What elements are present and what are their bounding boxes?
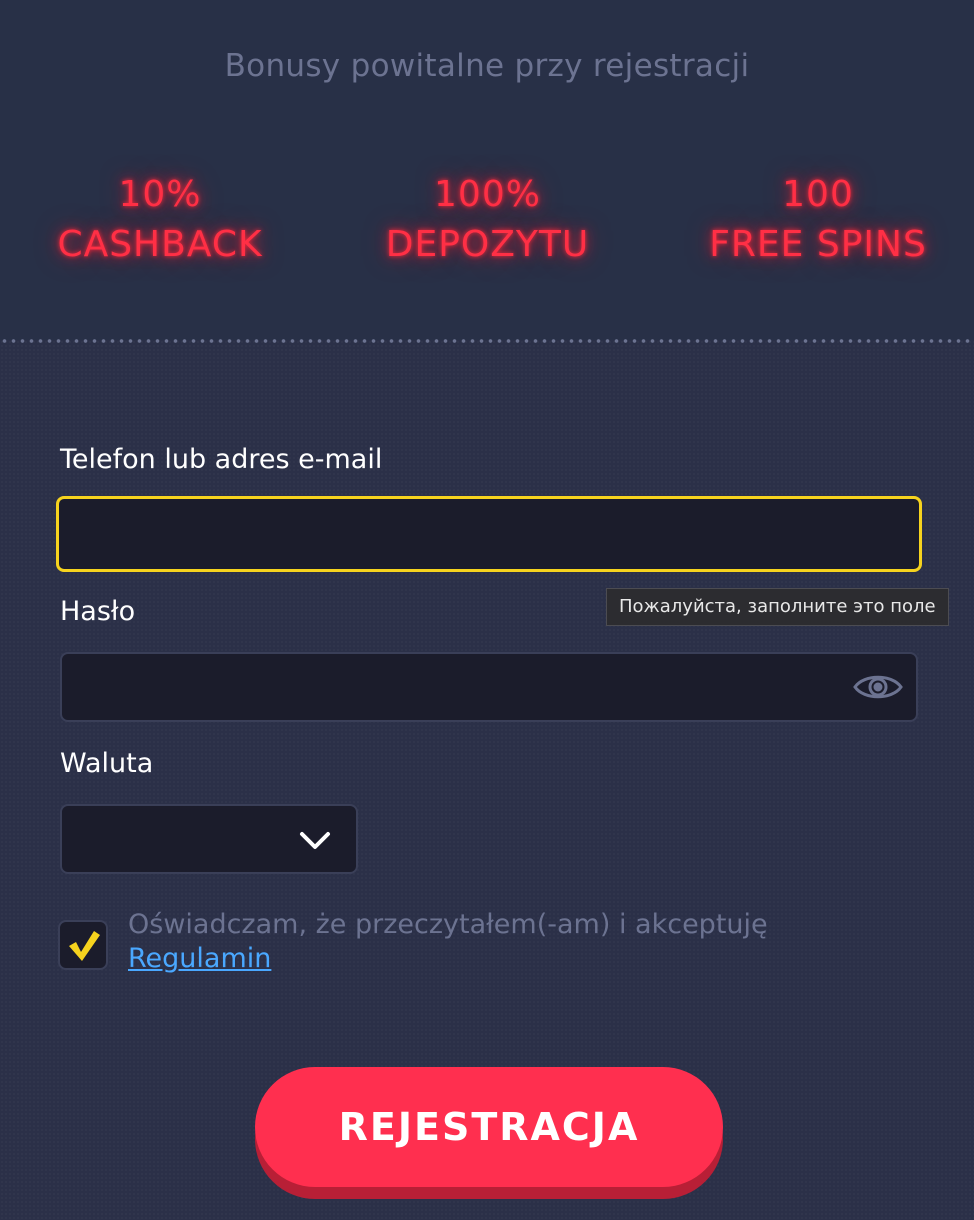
chevron-down-icon <box>300 832 330 849</box>
validation-tooltip: Пожалуйста, заполните это поле <box>606 588 949 626</box>
email-field[interactable] <box>56 496 922 572</box>
bonus-cashback-label: CASHBACK <box>57 224 263 265</box>
bonus-deposit: 100% DEPOZYTU <box>355 170 620 270</box>
dotted-divider <box>0 338 974 344</box>
bonus-free-spins-label: FREE SPINS <box>709 224 927 265</box>
register-button[interactable]: REJESTRACJA <box>255 1067 723 1187</box>
password-field[interactable] <box>60 652 918 722</box>
bonus-free-spins: 100 FREE SPINS <box>688 170 948 270</box>
bonus-deposit-value: 100% <box>434 174 541 215</box>
check-icon <box>69 931 100 961</box>
terms-link[interactable]: Regulamin <box>128 942 888 976</box>
eye-icon[interactable] <box>852 668 904 706</box>
consent-text-block: Oświadczam, że przeczytałem(-am) i akcep… <box>128 908 888 976</box>
bonus-deposit-label: DEPOZYTU <box>385 224 590 265</box>
bonus-title: Bonusy powitalne przy rejestracji <box>224 48 750 84</box>
currency-label: Waluta <box>60 748 154 779</box>
bonus-free-spins-value: 100 <box>782 174 854 215</box>
password-label: Hasło <box>60 596 136 627</box>
consent-text: Oświadczam, że przeczytałem(-am) i akcep… <box>128 909 768 940</box>
consent-checkbox[interactable] <box>58 920 108 970</box>
currency-select[interactable] <box>60 804 358 874</box>
email-label: Telefon lub adres e-mail <box>60 444 383 475</box>
bonus-cashback: 10% CASHBACK <box>30 170 290 270</box>
bonus-cashback-value: 10% <box>118 174 202 215</box>
